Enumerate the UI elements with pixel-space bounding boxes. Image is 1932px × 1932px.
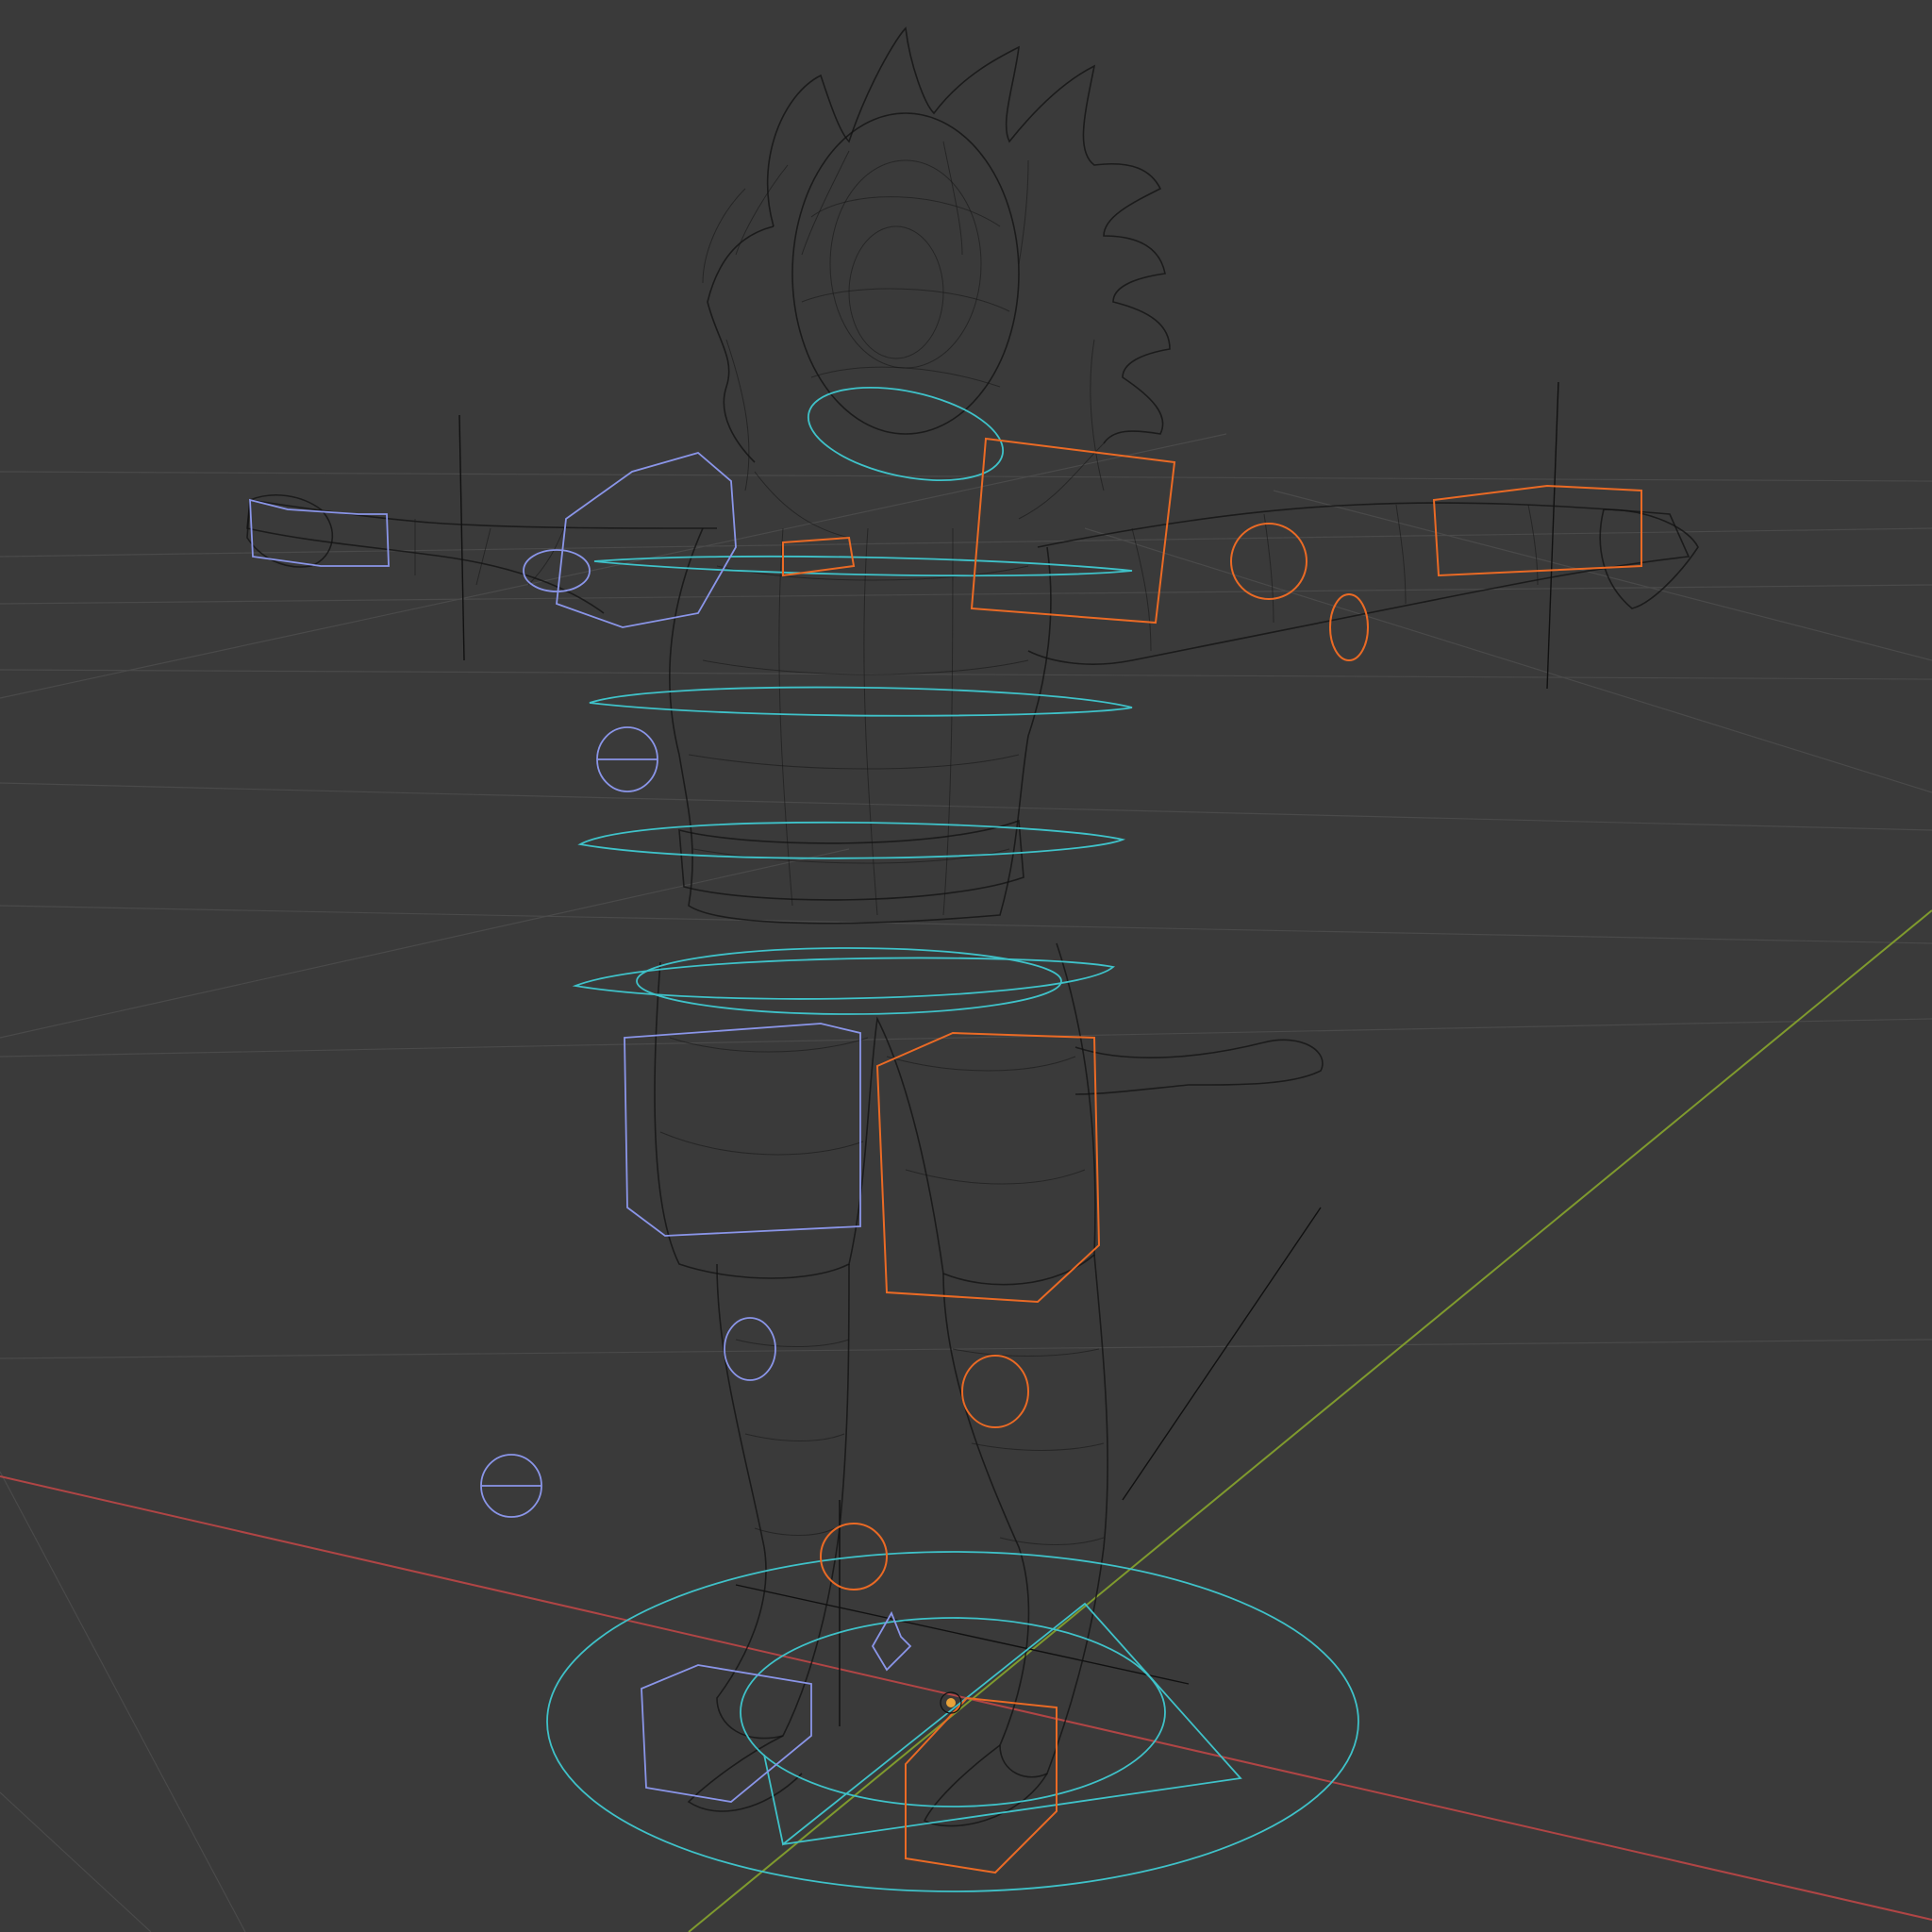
viewport-canvas[interactable] <box>0 0 1932 1932</box>
elbow-left-control[interactable] <box>523 549 591 592</box>
pole-elbow-right-control[interactable] <box>1329 593 1369 661</box>
thigh-left-control[interactable] <box>624 1023 861 1237</box>
chest-control[interactable] <box>593 555 1133 577</box>
hand-right-control[interactable] <box>1432 484 1642 577</box>
thigh-right-control[interactable] <box>875 1031 1101 1304</box>
knee-right-control[interactable] <box>961 1355 1029 1428</box>
3d-viewport[interactable] <box>0 0 1932 1932</box>
left-controls[interactable] <box>249 452 912 1803</box>
floor-grid <box>0 433 1932 1932</box>
spine-lower-control[interactable] <box>577 821 1126 859</box>
root-triangle <box>763 1602 1242 1846</box>
shoulder-left-control[interactable] <box>556 452 737 628</box>
knee-left-control[interactable] <box>724 1317 776 1381</box>
y-axis-line <box>688 909 1932 1932</box>
shoulder-right-control[interactable] <box>970 437 1176 625</box>
character-mesh[interactable] <box>246 26 1699 1827</box>
foot-right-control[interactable] <box>905 1696 1058 1874</box>
root-control[interactable] <box>546 1551 1359 1892</box>
elbow-right-control[interactable] <box>1230 523 1307 600</box>
right-controls[interactable] <box>782 437 1642 1874</box>
